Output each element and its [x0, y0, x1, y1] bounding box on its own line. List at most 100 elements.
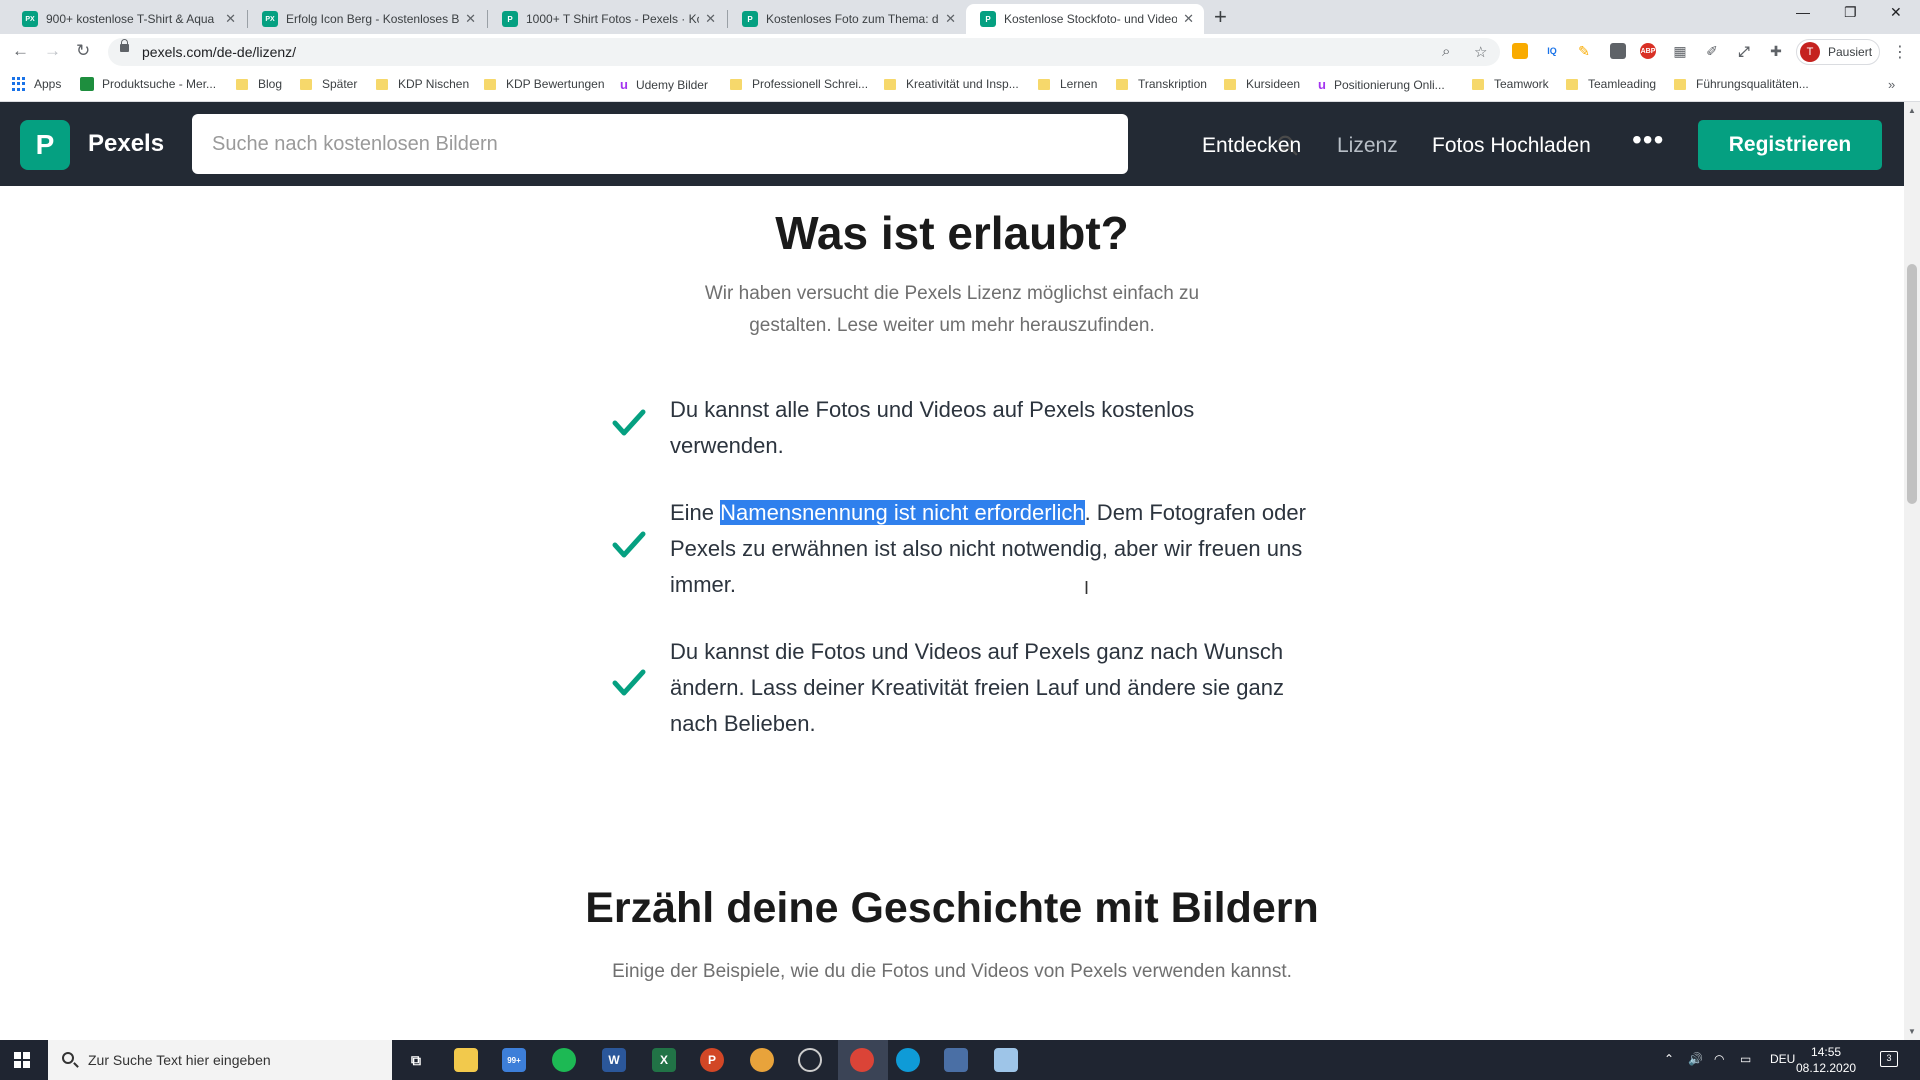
task-view-icon[interactable]: ⧉ — [404, 1048, 428, 1072]
network-icon[interactable]: ◠ — [1714, 1052, 1724, 1066]
browser-tab-active[interactable]: P Kostenlose Stockfoto- und Video ✕ — [966, 4, 1204, 34]
bookmark-label: Teamleading — [1588, 77, 1657, 91]
spotify-icon[interactable] — [552, 1048, 576, 1072]
keyboard-icon[interactable]: ▭ — [1740, 1052, 1751, 1066]
bookmark-item[interactable]: Später — [300, 77, 357, 91]
bookmark-item[interactable]: Blog — [236, 77, 282, 91]
pexels-favicon-icon: P — [980, 11, 996, 27]
fullscreen-extension-icon[interactable]: ⤢ — [1736, 43, 1752, 59]
chrome-menu-icon[interactable]: ⋮ — [1892, 42, 1908, 62]
folder-icon — [730, 78, 742, 90]
lead-line: Wir haben versucht die Pexels Lizenz mög… — [704, 283, 1200, 304]
more-bookmarks-icon[interactable]: » — [1888, 77, 1895, 92]
address-bar[interactable]: pexels.com/de-de/lizenz/ ⌕ ☆ — [108, 38, 1500, 66]
bookmark-item[interactable]: Teamwork — [1472, 77, 1549, 91]
restore-icon[interactable]: ❐ — [1844, 4, 1857, 21]
language-indicator[interactable]: DEU — [1770, 1052, 1795, 1066]
scroll-down-icon[interactable]: ▼ — [1908, 1027, 1916, 1036]
bookmark-star-icon[interactable]: ☆ — [1474, 43, 1487, 61]
bookmark-label: KDP Bewertungen — [506, 77, 605, 91]
bookmark-item[interactable]: u Positionierung Onli... — [1318, 77, 1445, 92]
url-text: pexels.com/de-de/lizenz/ — [142, 44, 297, 60]
volume-icon[interactable]: 🔊 — [1688, 1052, 1703, 1066]
powerpoint-icon[interactable]: P — [700, 1048, 724, 1072]
back-icon[interactable]: ← — [12, 41, 29, 61]
clock[interactable]: 14:55 08.12.2020 — [1796, 1044, 1856, 1076]
windows-start-icon[interactable] — [14, 1052, 30, 1068]
bookmark-item[interactable]: Kreativität und Insp... — [884, 77, 1019, 91]
bookmark-label: Lernen — [1060, 77, 1098, 91]
mail-icon[interactable]: 99+ — [502, 1048, 526, 1072]
bookmark-item[interactable]: Transkription — [1116, 77, 1207, 91]
more-options-icon[interactable]: ••• — [1632, 124, 1664, 156]
eyedropper-extension-icon[interactable]: ✐ — [1704, 43, 1720, 59]
adblock-extension-icon[interactable]: ABP — [1640, 43, 1656, 59]
close-tab-icon[interactable]: ✕ — [945, 11, 956, 27]
tray-expand-icon[interactable]: ⌃ — [1664, 1052, 1674, 1066]
browser-tab-2[interactable]: PX Erfolg Icon Berg - Kostenloses Bi ✕ — [248, 4, 486, 34]
browser-tab-strip: PX 900+ kostenlose T-Shirt & Aqua ✕ PX E… — [0, 0, 1920, 34]
extension-icon[interactable] — [1512, 43, 1528, 59]
minimize-icon[interactable]: — — [1796, 4, 1810, 20]
browser-tab-3[interactable]: P 1000+ T Shirt Fotos - Pexels · Kos ✕ — [488, 4, 726, 34]
bookmark-item[interactable]: KDP Bewertungen — [484, 77, 605, 91]
taskbar-search[interactable]: Zur Suche Text hier eingeben — [48, 1040, 392, 1080]
bookmark-item[interactable]: Teamleading — [1566, 77, 1656, 91]
notifications-icon[interactable]: 3 — [1880, 1051, 1898, 1067]
item-text: Eine — [670, 500, 721, 525]
pexels-favicon-icon: P — [742, 11, 758, 27]
chrome-icon[interactable] — [850, 1048, 874, 1072]
zoom-icon[interactable]: ⌕ — [1442, 43, 1450, 60]
browser-tab-1[interactable]: PX 900+ kostenlose T-Shirt & Aqua ✕ — [8, 4, 246, 34]
close-tab-icon[interactable]: ✕ — [705, 11, 716, 27]
excel-icon[interactable]: X — [652, 1048, 676, 1072]
close-tab-icon[interactable]: ✕ — [225, 11, 236, 27]
close-window-icon[interactable]: ✕ — [1890, 4, 1902, 21]
bookmark-item[interactable]: Produktsuche - Mer... — [80, 77, 216, 91]
vertical-scrollbar[interactable]: ▲ ▼ — [1904, 102, 1920, 1040]
nav-license[interactable]: Lizenz — [1337, 134, 1398, 158]
pexels-favicon-icon: PX — [262, 11, 278, 27]
bookmark-item[interactable]: Führungsqualitäten... — [1674, 77, 1809, 91]
pexels-favicon-icon: P — [502, 11, 518, 27]
windows-taskbar: Zur Suche Text hier eingeben ⧉ 99+ W X P… — [0, 1040, 1920, 1080]
puzzle-extensions-icon[interactable]: ✚ — [1768, 43, 1784, 59]
grid-extension-icon[interactable]: ▦ — [1672, 43, 1688, 59]
forward-icon[interactable]: → — [44, 41, 61, 61]
word-icon[interactable]: W — [602, 1048, 626, 1072]
register-button[interactable]: Registrieren — [1698, 120, 1882, 170]
avatar: T — [1800, 42, 1820, 62]
bookmark-item[interactable]: Lernen — [1038, 77, 1097, 91]
nav-upload-photos[interactable]: Fotos Hochladen — [1432, 134, 1591, 158]
app-icon[interactable] — [750, 1048, 774, 1072]
bookmark-item[interactable]: u Udemy Bilder — [620, 77, 708, 92]
bookmark-label: Apps — [34, 77, 62, 91]
edge-icon[interactable] — [896, 1048, 920, 1072]
bookmark-item[interactable]: KDP Nischen — [376, 77, 469, 91]
search-input[interactable] — [212, 129, 1052, 159]
obs-icon[interactable] — [798, 1048, 822, 1072]
extension-icon[interactable] — [1610, 43, 1626, 59]
pen-extension-icon[interactable]: ✎ — [1576, 43, 1592, 59]
scroll-up-icon[interactable]: ▲ — [1908, 106, 1916, 115]
bookmark-item[interactable]: Kursideen — [1224, 77, 1300, 91]
bookmark-item[interactable]: Professionell Schrei... — [730, 77, 868, 91]
reload-icon[interactable]: ↻ — [76, 41, 90, 61]
app-icon[interactable] — [944, 1048, 968, 1072]
file-explorer-icon[interactable] — [454, 1048, 478, 1072]
scrollbar-thumb[interactable] — [1907, 264, 1917, 504]
bookmark-favicon-icon — [80, 77, 94, 91]
iq-extension-icon[interactable]: IQ — [1544, 43, 1560, 59]
apps-grid-icon — [12, 77, 26, 91]
nav-discover[interactable]: Entdecken — [1202, 134, 1301, 158]
new-tab-button[interactable]: + — [1214, 4, 1227, 30]
brand-name[interactable]: Pexels — [88, 130, 164, 158]
notepad-icon[interactable] — [994, 1048, 1018, 1072]
profile-button[interactable]: T Pausiert — [1796, 39, 1880, 65]
bookmarks-bar: Apps Produktsuche - Mer... Blog Später K… — [0, 70, 1920, 102]
close-tab-icon[interactable]: ✕ — [465, 11, 476, 27]
bookmark-apps[interactable]: Apps — [12, 77, 61, 91]
browser-tab-4[interactable]: P Kostenloses Foto zum Thema: dr ✕ — [728, 4, 966, 34]
close-tab-icon[interactable]: ✕ — [1183, 11, 1194, 27]
pexels-logo[interactable]: P — [20, 120, 70, 170]
